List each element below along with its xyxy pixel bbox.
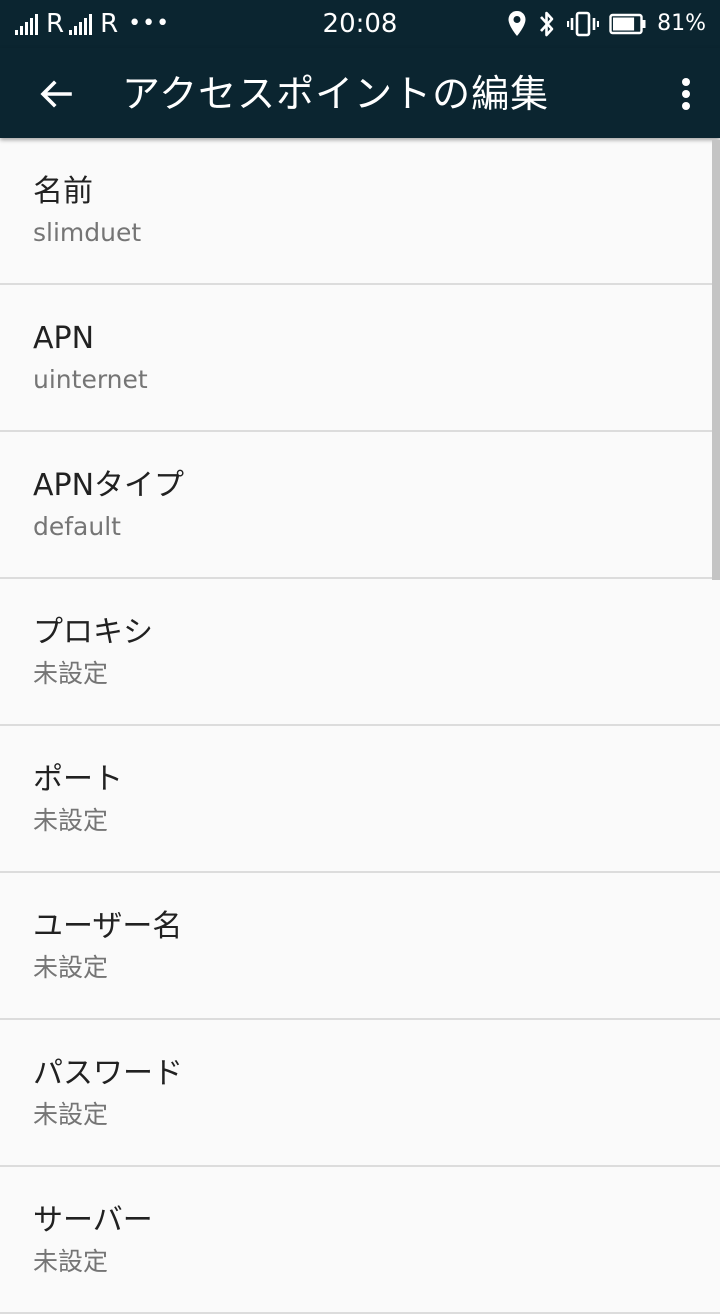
status-bar: R R ••• 20:08 81% <box>0 0 720 48</box>
status-bar-right: 81% <box>507 8 706 40</box>
more-vert-icon <box>682 78 690 110</box>
back-button[interactable] <box>34 72 78 116</box>
setting-item-username[interactable]: ユーザー名 未設定 <box>0 873 720 1020</box>
arrow-left-icon <box>40 80 72 108</box>
setting-title: プロキシ <box>33 615 153 650</box>
scrollbar[interactable] <box>712 140 720 580</box>
setting-item-port[interactable]: ポート 未設定 <box>0 726 720 873</box>
setting-title: APN <box>33 321 95 356</box>
vibrate-icon <box>567 11 600 37</box>
setting-item-apn-type[interactable]: APNタイプ default <box>0 432 720 579</box>
battery-icon <box>609 13 646 35</box>
setting-summary: 未設定 <box>33 1247 109 1276</box>
setting-item-proxy[interactable]: プロキシ 未設定 <box>0 579 720 726</box>
setting-summary: 未設定 <box>33 953 109 982</box>
setting-title: 名前 <box>33 174 93 209</box>
bluetooth-icon <box>540 11 554 37</box>
location-icon <box>508 11 526 36</box>
settings-list: 名前 slimduet APN uinternet APNタイプ default… <box>0 138 720 1314</box>
setting-item-name[interactable]: 名前 slimduet <box>0 138 720 285</box>
setting-item-apn[interactable]: APN uinternet <box>0 285 720 432</box>
app-bar: アクセスポイントの編集 <box>0 48 720 138</box>
setting-item-password[interactable]: パスワード 未設定 <box>0 1020 720 1167</box>
setting-title: サーバー <box>33 1203 153 1238</box>
setting-summary: uinternet <box>33 365 148 394</box>
setting-summary: 未設定 <box>33 806 109 835</box>
overflow-menu-button[interactable] <box>674 72 698 116</box>
setting-title: ポート <box>33 762 123 797</box>
setting-title: APNタイプ <box>33 468 185 503</box>
setting-summary: default <box>33 512 121 541</box>
setting-item-server[interactable]: サーバー 未設定 <box>0 1167 720 1314</box>
setting-summary: slimduet <box>33 218 142 247</box>
battery-percent: 81% <box>657 11 706 36</box>
page-title: アクセスポイントの編集 <box>122 72 550 116</box>
setting-title: パスワード <box>33 1056 183 1091</box>
setting-summary: 未設定 <box>33 659 109 688</box>
setting-title: ユーザー名 <box>33 909 183 944</box>
setting-summary: 未設定 <box>33 1100 109 1129</box>
